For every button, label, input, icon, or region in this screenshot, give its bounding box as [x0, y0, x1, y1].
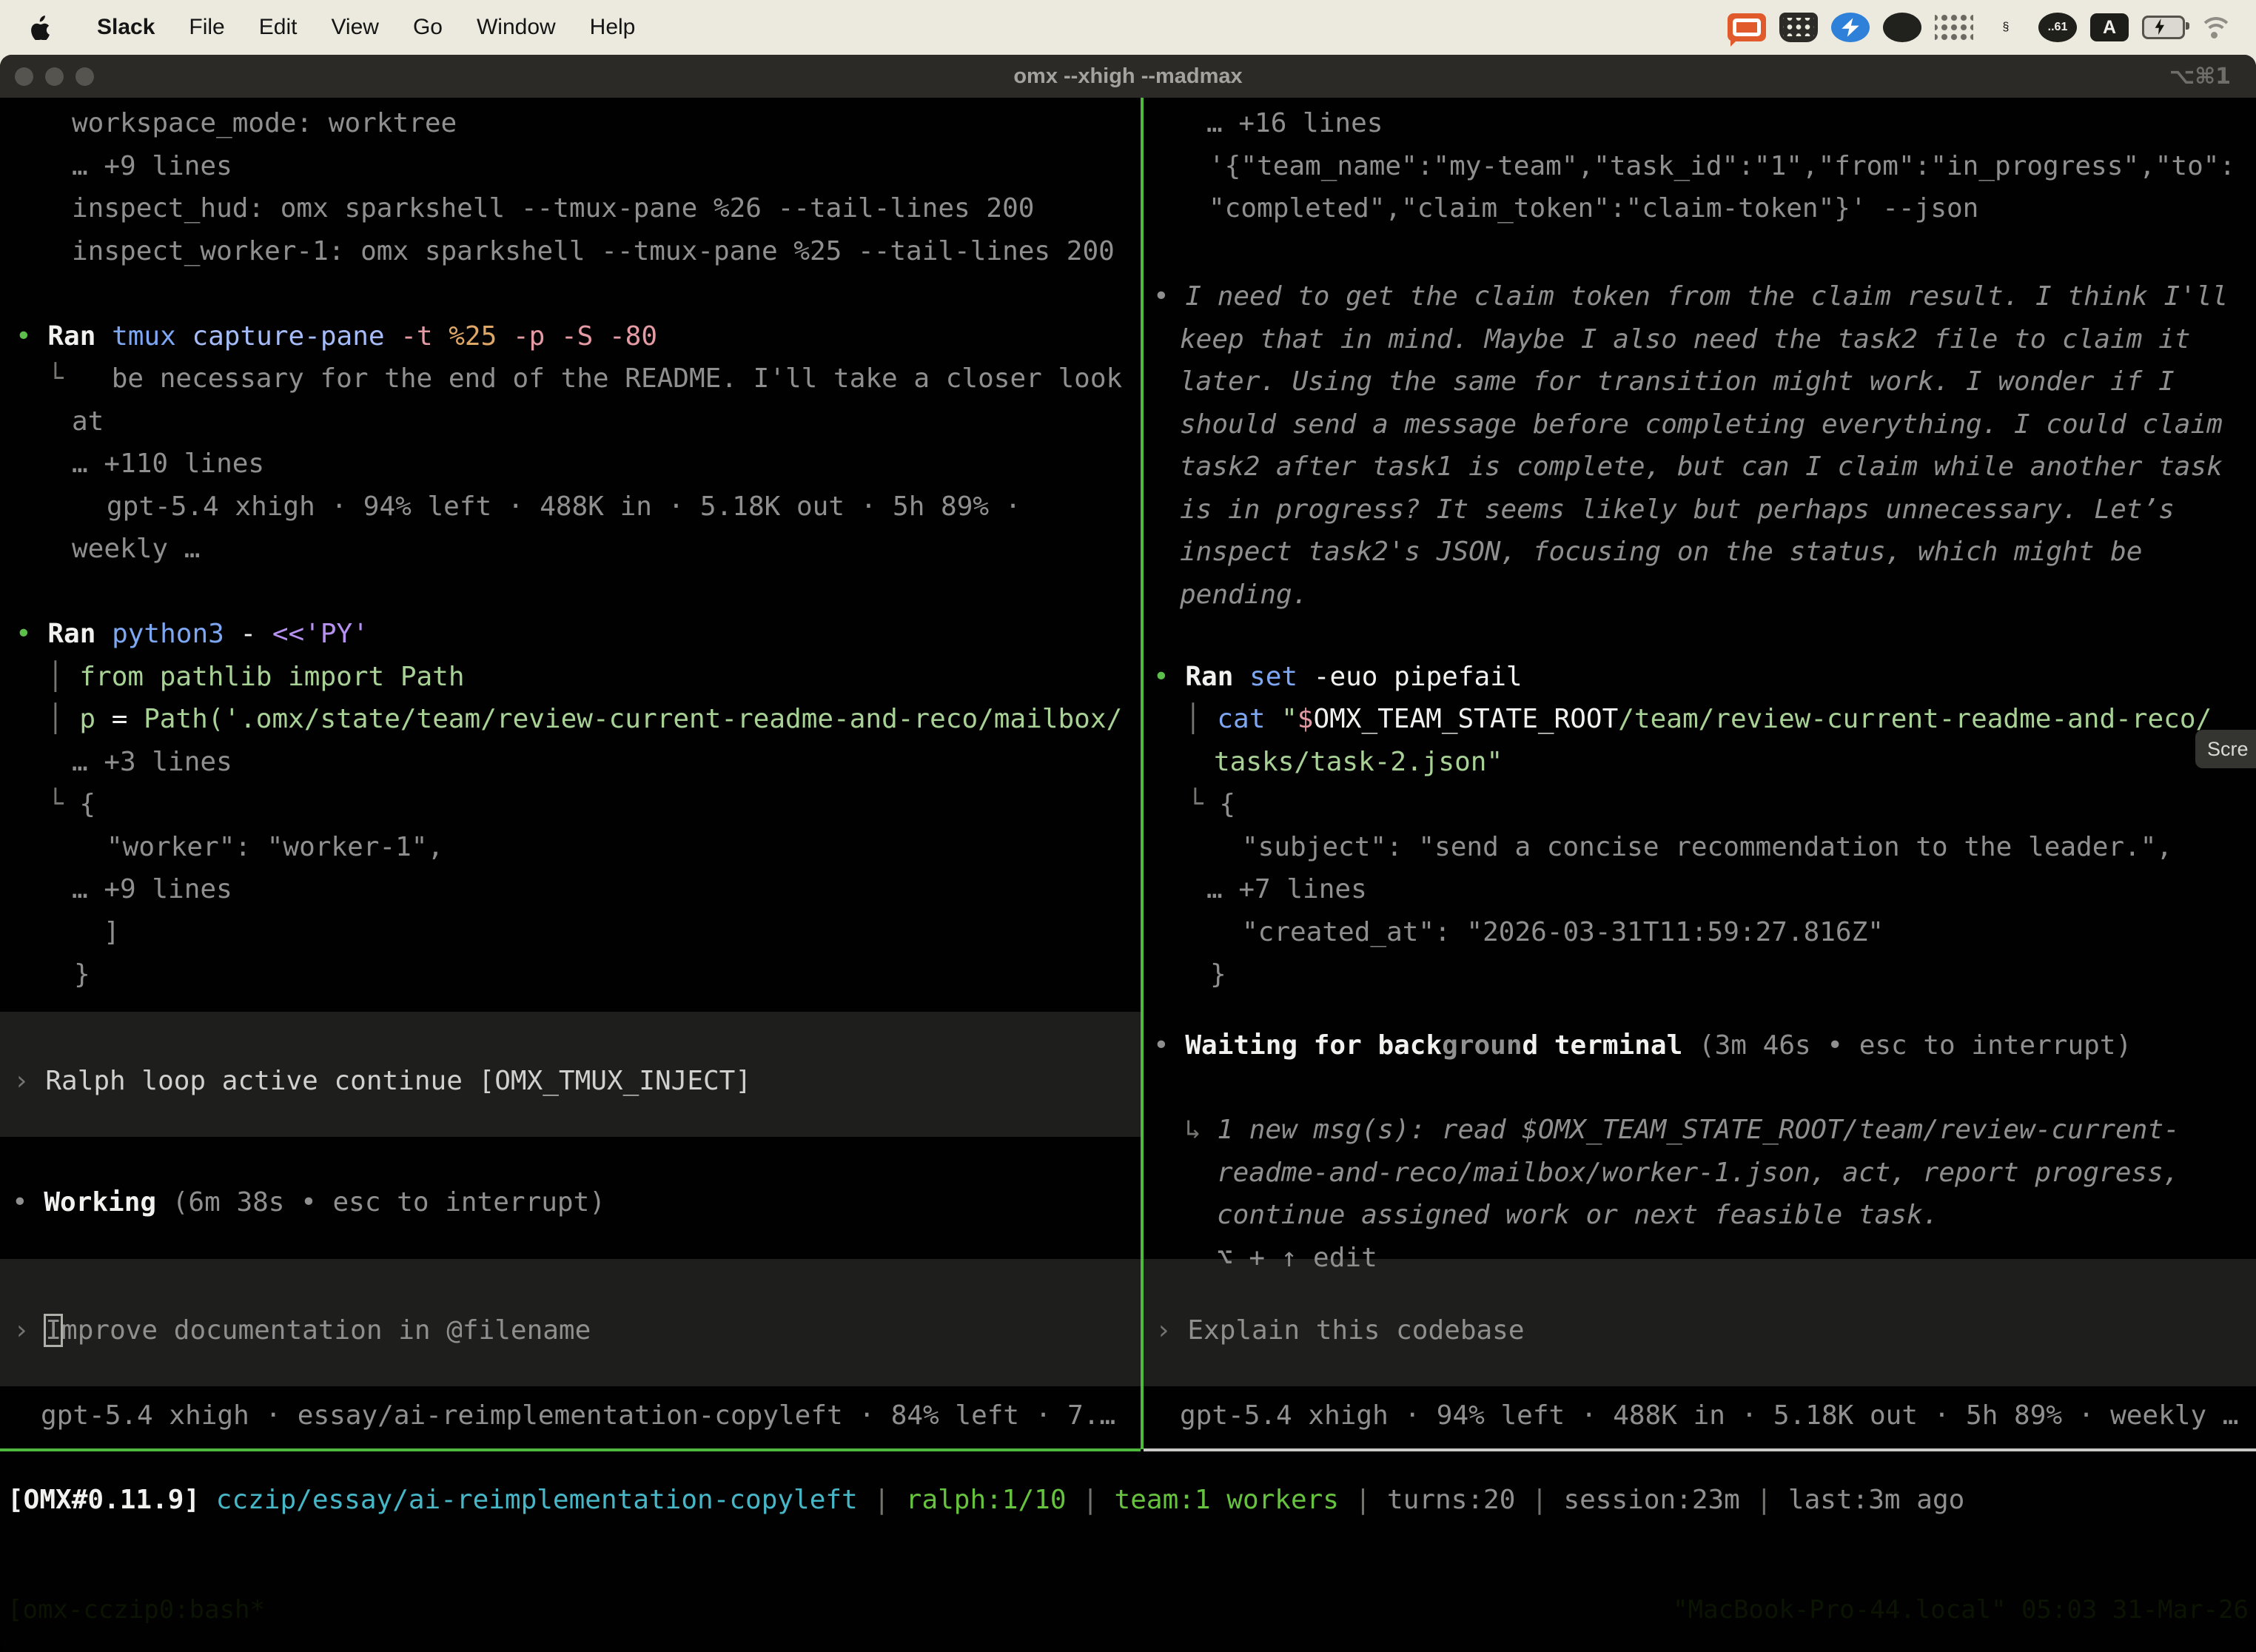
crescent-app-icon[interactable]	[1883, 13, 1921, 42]
terminal-line: "subject": "send a concise recommendatio…	[1242, 826, 2172, 868]
thinking-line: later. Using the same for transition mig…	[1180, 360, 2175, 403]
working-indicator: • Working (6m 38s • esc to interrupt)	[12, 1181, 605, 1223]
terminal-line: └ {	[1187, 783, 1235, 825]
menu-item-window[interactable]: Window	[460, 15, 573, 40]
terminal-line: └ {	[47, 783, 95, 825]
menu-item-go[interactable]: Go	[396, 15, 460, 40]
omx-status-line: [OMX#0.11.9] cczip/essay/ai-reimplementa…	[7, 1479, 1964, 1521]
window-titlebar[interactable]: omx --xhigh --madmax ⌥⌘1	[0, 55, 2256, 98]
dots-grid-icon[interactable]	[1935, 13, 1973, 41]
security-shield-icon[interactable]	[1779, 13, 1818, 42]
terminal-line: … +110 lines	[72, 443, 264, 485]
status-area: [OMX#0.11.9] cczip/essay/ai-reimplementa…	[0, 1451, 2256, 1587]
thinking-line: task2 after task1 is complete, but can I…	[1180, 446, 2223, 488]
terminal-line: workspace_mode: worktree	[72, 102, 457, 144]
mailbox-message-line: continue assigned work or next feasible …	[1217, 1194, 1938, 1236]
chat-app-icon[interactable]	[1728, 13, 1766, 41]
terminal-line: └ be necessary for the end of the README…	[47, 357, 1122, 400]
mailbox-message-line: readme-and-reco/mailbox/worker-1.json, a…	[1217, 1152, 2179, 1194]
ralph-loop-status: › Ralph loop active continue [OMX_TMUX_I…	[13, 1060, 751, 1102]
terminal-line: "worker": "worker-1",	[107, 826, 443, 868]
keyboard-a-icon[interactable]: A	[2090, 13, 2129, 41]
terminal-line: '{"team_name":"my-team","task_id":"1","f…	[1209, 145, 2235, 187]
menu-item-help[interactable]: Help	[573, 15, 653, 40]
sync-app-icon[interactable]	[1831, 13, 1870, 42]
menu-bar-status-icons: § ..61 A	[1728, 10, 2256, 45]
thinking-line: • I need to get the claim token from the…	[1153, 275, 2228, 318]
terminal-line: tasks/task-2.json"	[1214, 741, 1503, 783]
text-cursor: I	[45, 1315, 61, 1346]
edit-hint-line: ⌥ + ↑ edit	[1217, 1237, 1377, 1279]
prompt-input[interactable]: › Improve documentation in @filename	[13, 1309, 591, 1352]
terminal-line: "created_at": "2026-03-31T11:59:27.816Z"	[1242, 911, 1884, 953]
battery-charging-icon[interactable]	[2142, 16, 2185, 39]
terminal-line: │ cat "$OMX_TEAM_STATE_ROOT/team/review-…	[1185, 698, 2212, 740]
session-status-line: gpt-5.4 xhigh · essay/ai-reimplementatio…	[41, 1394, 1115, 1437]
window-title: omx --xhigh --madmax	[0, 64, 2256, 89]
ran-command-line: • Ran tmux capture-pane -t %25 -p -S -80	[16, 315, 657, 357]
terminal-line: … +9 lines	[72, 868, 232, 910]
terminal-line: … +7 lines	[1206, 868, 1367, 910]
screen-share-tooltip: Scre	[2195, 730, 2256, 768]
menu-item-view[interactable]: View	[314, 15, 395, 40]
thinking-line: keep that in mind. Maybe I also need the…	[1180, 318, 2190, 360]
terminal-line: inspect_worker-1: omx sparkshell --tmux-…	[72, 230, 1115, 272]
terminal-line: … +9 lines	[72, 145, 232, 187]
terminal-line: │ p = Path('.omx/state/team/review-curre…	[47, 698, 1122, 740]
model-usage-line: gpt-5.4 xhigh · 94% left · 488K in · 5.1…	[107, 486, 1021, 528]
squiggle-app-icon[interactable]: §	[1987, 10, 2025, 45]
pane-divider-vertical[interactable]	[1141, 98, 1144, 1449]
menu-item-file[interactable]: File	[172, 15, 241, 40]
terminal-line: }	[74, 953, 90, 995]
menu-item-slack[interactable]: Slack	[80, 15, 172, 40]
mailbox-message-line: ↳ 1 new msg(s): read $OMX_TEAM_STATE_ROO…	[1185, 1109, 2180, 1151]
thinking-line: should send a message before completing …	[1180, 403, 2223, 446]
wifi-icon[interactable]	[2198, 15, 2237, 40]
session-status-line: gpt-5.4 xhigh · 94% left · 488K in · 5.1…	[1180, 1394, 2238, 1437]
terminal-line: "completed","claim_token":"claim-token"}…	[1209, 187, 1978, 229]
terminal-line: … +16 lines	[1206, 102, 1383, 144]
terminal-line: … +3 lines	[72, 741, 232, 783]
pane-right[interactable]: … +16 lines'{"team_name":"my-team","task…	[1144, 98, 2256, 1449]
terminal-line: }	[1210, 953, 1226, 995]
pane-left[interactable]: workspace_mode: worktree… +9 linesinspec…	[0, 98, 1141, 1449]
terminal-line: ]	[104, 911, 120, 953]
terminal-window: omx --xhigh --madmax ⌥⌘1 workspace_mode:…	[0, 55, 2256, 1652]
tmux-session-label: [omx-cczip0:bash*	[7, 1595, 265, 1625]
thinking-line: is in progress? It seems likely but perh…	[1180, 488, 2175, 531]
prompt-input[interactable]: › Explain this codebase	[1155, 1309, 1525, 1352]
menu-bar: Slack FileEditViewGoWindowHelp § ..61 A	[0, 0, 2256, 55]
terminal-line: at	[72, 400, 104, 443]
thinking-line: inspect task2's JSON, focusing on the st…	[1180, 531, 2142, 573]
menu-bar-left: Slack FileEditViewGoWindowHelp	[0, 14, 652, 41]
tmux-status-bar[interactable]: [omx-cczip0:bash* "MacBook-Pro-44.local"…	[0, 1587, 2256, 1633]
badge-61-icon[interactable]: ..61	[2038, 13, 2077, 42]
terminal-line: inspect_hud: omx sparkshell --tmux-pane …	[72, 187, 1034, 229]
tmux-host-clock: "MacBook-Pro-44.local" 05:03 31-Mar-26	[1673, 1595, 2249, 1625]
terminal-line: │ from pathlib import Path	[47, 656, 465, 698]
ran-command-line: • Ran set -euo pipefail	[1153, 656, 1523, 698]
apple-icon[interactable]	[30, 14, 52, 41]
menu-item-edit[interactable]: Edit	[242, 15, 315, 40]
thinking-line: pending.	[1180, 574, 1308, 616]
ran-command-line: • Ran python3 - <<'PY'	[16, 613, 369, 655]
model-usage-line: weekly …	[72, 528, 200, 570]
waiting-indicator: • Waiting for background terminal (3m 46…	[1153, 1024, 2132, 1067]
